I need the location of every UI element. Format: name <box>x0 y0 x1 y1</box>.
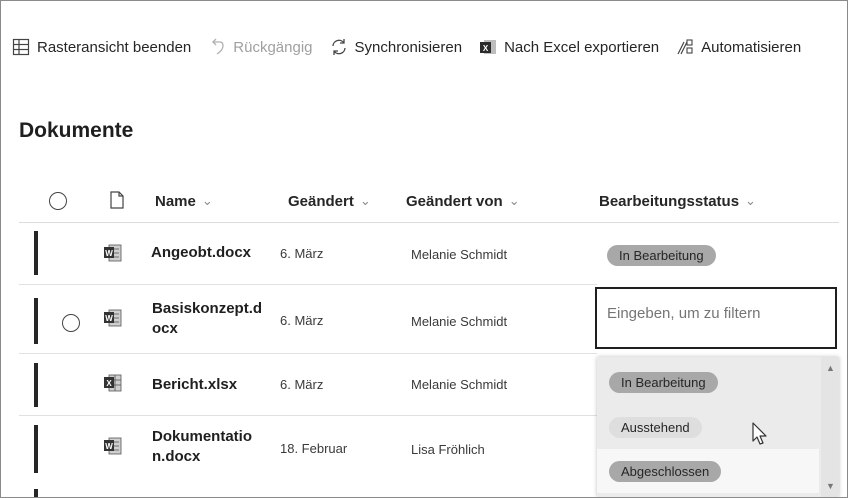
chevron-down-icon: ⌄ <box>508 193 520 208</box>
select-all-checkbox[interactable] <box>49 192 67 210</box>
status-option-badge: Ausstehend <box>609 416 702 438</box>
svg-text:X: X <box>106 379 112 388</box>
document-library: Rasteransicht beenden Rückgängig Synchro… <box>0 0 848 498</box>
chevron-down-icon: ⌄ <box>201 193 213 208</box>
column-header-status[interactable]: Bearbeitungsstatus ⌄ <box>599 179 756 223</box>
status-badge: In Bearbeitung <box>607 244 716 266</box>
row-divider <box>19 415 597 416</box>
status-cell[interactable]: In Bearbeitung <box>607 243 716 267</box>
status-option-badge: In Bearbeitung <box>609 371 718 393</box>
automate-button[interactable]: Automatisieren <box>665 27 807 67</box>
scroll-up-icon[interactable]: ▲ <box>826 363 835 373</box>
command-bar: Rasteransicht beenden Rückgängig Synchro… <box>1 27 847 67</box>
file-type-header-icon <box>110 191 124 214</box>
row-divider <box>19 284 597 285</box>
export-excel-label: Nach Excel exportieren <box>504 38 660 56</box>
page-title: Dokumente <box>19 119 134 142</box>
word-file-icon: W <box>103 437 123 460</box>
status-option-badge: Abgeschlossen <box>609 460 722 482</box>
scroll-down-icon[interactable]: ▼ <box>826 481 835 491</box>
column-header-modified-by[interactable]: Geändert von ⌄ <box>406 179 520 223</box>
column-header-modified[interactable]: Geändert ⌄ <box>288 179 371 223</box>
file-name-line-2: n.docx <box>152 448 201 465</box>
dropdown-scrollbar[interactable]: ▲ ▼ <box>821 357 839 497</box>
mouse-pointer-icon <box>752 422 768 451</box>
file-name-line-2: ocx <box>152 320 178 337</box>
chevron-down-icon: ⌄ <box>745 193 756 208</box>
exit-grid-view-label: Rasteransicht beenden <box>37 38 192 56</box>
modified-by: Melanie Schmidt <box>411 376 508 392</box>
row-indicator <box>34 298 38 344</box>
modified-by: Melanie Schmidt <box>411 313 508 329</box>
sync-icon <box>329 37 349 57</box>
sync-label: Synchronisieren <box>354 38 463 56</box>
modified-date: 6. März <box>280 312 324 328</box>
excel-icon: X <box>478 37 498 57</box>
automate-label: Automatisieren <box>701 38 802 56</box>
svg-text:W: W <box>105 314 113 323</box>
modified-date: 18. Februar <box>280 440 348 456</box>
undo-button[interactable]: Rückgängig <box>197 27 318 67</box>
file-name-link[interactable]: Dokumentatio n.docx <box>152 427 252 467</box>
undo-label: Rückgängig <box>233 38 313 56</box>
file-name-link[interactable]: Angeobt.docx <box>151 241 251 265</box>
row-indicator <box>34 425 38 473</box>
status-dropdown: In Bearbeitung Ausstehend Abgeschlossen … <box>597 357 839 497</box>
column-header-modified-label: Geändert <box>288 192 354 210</box>
header-divider <box>19 222 839 223</box>
exit-grid-view-button[interactable]: Rasteransicht beenden <box>1 27 197 67</box>
column-header-status-label: Bearbeitungsstatus <box>599 192 740 210</box>
row-select-checkbox[interactable] <box>62 314 80 332</box>
export-excel-button[interactable]: X Nach Excel exportieren <box>468 27 665 67</box>
excel-file-icon: X <box>103 374 123 397</box>
row-indicator <box>34 363 38 407</box>
grid-icon <box>11 37 31 57</box>
svg-text:X: X <box>483 44 489 53</box>
status-filter-box[interactable] <box>595 287 837 349</box>
word-file-icon: W <box>103 244 123 267</box>
chevron-down-icon: ⌄ <box>359 193 371 208</box>
row-indicator <box>34 489 38 497</box>
status-option[interactable]: In Bearbeitung <box>597 361 819 403</box>
status-option[interactable]: Abgeschlossen <box>597 449 819 493</box>
undo-icon <box>207 37 227 57</box>
modified-by: Lisa Fröhlich <box>411 441 485 457</box>
status-filter-input[interactable] <box>607 305 827 322</box>
row-indicator <box>34 231 38 275</box>
column-header-name[interactable]: Name ⌄ <box>155 179 213 223</box>
svg-text:W: W <box>105 249 113 258</box>
modified-date: 6. März <box>280 245 324 261</box>
status-option[interactable]: Ausstehend <box>597 406 819 448</box>
modified-by: Melanie Schmidt <box>411 246 508 262</box>
automate-icon <box>675 37 695 57</box>
column-header-name-label: Name <box>155 192 196 210</box>
file-name-line-1: Dokumentatio <box>152 428 253 445</box>
column-header-modified-by-label: Geändert von <box>406 192 503 210</box>
modified-date: 6. März <box>280 376 324 392</box>
row-divider <box>19 353 597 354</box>
sync-button[interactable]: Synchronisieren <box>319 27 469 67</box>
file-name-link[interactable]: Bericht.xlsx <box>152 373 237 397</box>
file-name-link[interactable]: Basiskonzept.d ocx <box>152 299 262 339</box>
svg-text:W: W <box>105 442 113 451</box>
word-file-icon: W <box>103 309 123 332</box>
file-name-line-1: Basiskonzept.d <box>152 300 263 317</box>
